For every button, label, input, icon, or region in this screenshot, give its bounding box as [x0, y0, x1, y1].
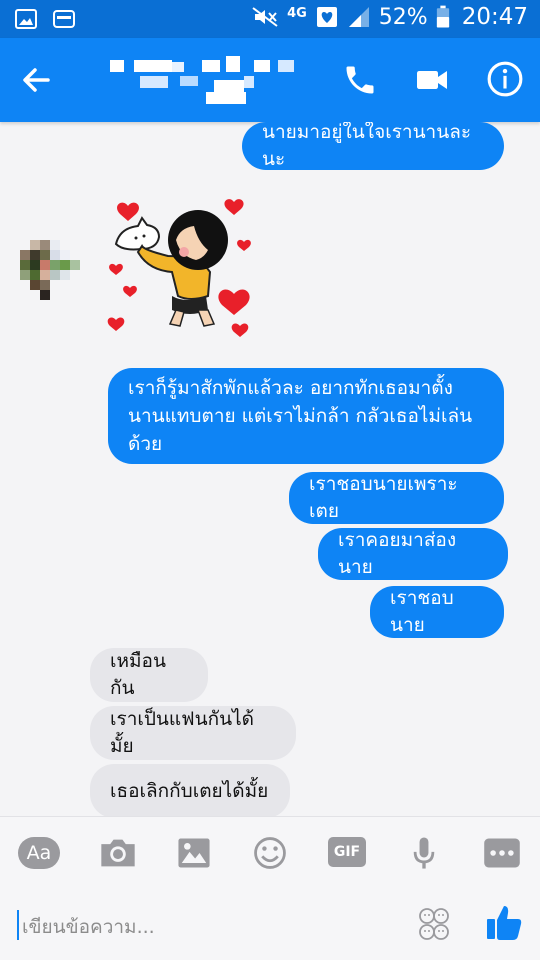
my-message-bubble[interactable]: เราก็รู้มาสักพักแล้วละ อยากทักเธอมาตั้ง … — [108, 368, 504, 464]
text-cursor — [17, 910, 19, 940]
their-message-bubble[interactable]: เหมือนกัน — [90, 648, 208, 702]
message-text: เหมือนกัน — [110, 650, 166, 699]
message-text: เราชอบนายเพราะเตย — [309, 473, 458, 522]
gallery-notification-icon — [15, 9, 37, 29]
clock: 20:47 — [461, 4, 528, 30]
camera-icon[interactable] — [98, 835, 138, 871]
thumbs-up-icon[interactable] — [484, 902, 524, 942]
emoji-faces-icon[interactable] — [416, 906, 452, 942]
text-format-button[interactable]: Aa — [18, 837, 60, 869]
storage-notification-icon — [53, 10, 75, 28]
video-camera-icon[interactable] — [414, 62, 450, 98]
message-text: เราเป็นแฟนกันได้มั้ย — [110, 708, 254, 757]
conversation-header — [0, 38, 540, 122]
message-text: นายมาอยู่ในใจเรานานละนะ — [262, 122, 472, 170]
contact-name-pixelated[interactable] — [110, 56, 300, 106]
my-message-bubble[interactable]: เราคอยมาส่องนาย — [318, 528, 508, 580]
signal-icon — [348, 7, 369, 27]
info-icon[interactable] — [486, 60, 524, 98]
smiley-icon[interactable] — [250, 835, 290, 871]
phone-icon[interactable] — [342, 62, 378, 98]
status-bar: 4G 52% 20:47 — [0, 0, 540, 38]
microphone-icon[interactable] — [404, 835, 444, 871]
mute-icon — [252, 7, 278, 27]
network-type-label: 4G — [287, 5, 307, 21]
more-icon[interactable] — [482, 835, 522, 871]
back-arrow-icon[interactable] — [20, 64, 52, 96]
data-heart-icon — [316, 7, 337, 27]
their-message-bubble[interactable]: เธอเลิกกับเตยได้มั้ย — [90, 764, 290, 816]
my-message-bubble[interactable]: เราชอบนาย — [370, 586, 504, 638]
message-text: เราชอบนาย — [390, 587, 454, 636]
image-icon[interactable] — [174, 835, 214, 871]
my-message-bubble[interactable]: เราชอบนายเพราะเตย — [289, 472, 504, 524]
message-input-placeholder: เขียนข้อความ... — [22, 916, 155, 938]
message-list[interactable]: นายมาอยู่ในใจเรานานละนะ เราก็รู้มาสักพัก… — [0, 122, 540, 816]
their-message-bubble[interactable]: เราเป็นแฟนกันได้มั้ย — [90, 706, 296, 760]
message-text: เธอเลิกกับเตยได้มั้ย — [110, 779, 269, 802]
message-text: เราก็รู้มาสักพักแล้วละ อยากทักเธอมาตั้ง … — [128, 377, 473, 455]
battery-icon — [436, 5, 449, 28]
gif-button[interactable]: GIF — [328, 837, 366, 867]
my-message-bubble[interactable]: นายมาอยู่ในใจเรานานละนะ — [242, 122, 504, 170]
contact-avatar[interactable] — [20, 240, 80, 300]
sticker-girl-with-cat[interactable] — [106, 196, 256, 346]
message-text: เราคอยมาส่องนาย — [338, 529, 457, 578]
battery-percent: 52% — [378, 4, 428, 30]
